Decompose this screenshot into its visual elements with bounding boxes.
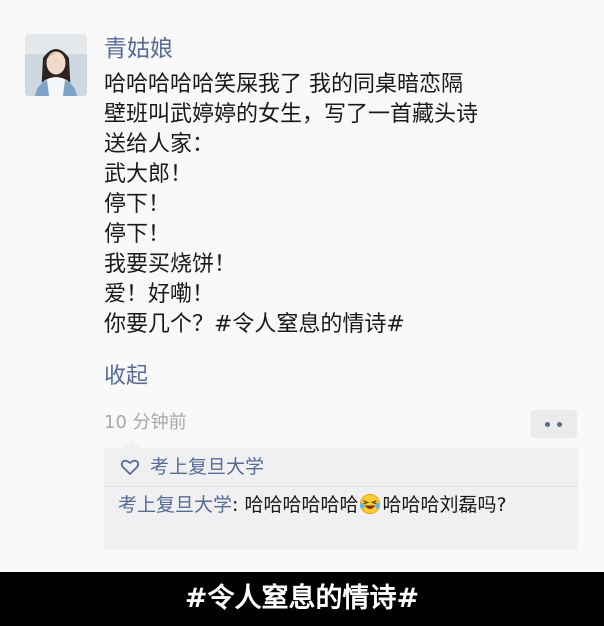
- post-text-line: 送给人家：: [104, 132, 215, 157]
- avatar-photo: [25, 34, 87, 96]
- ellipsis-icon: [557, 422, 562, 427]
- avatar[interactable]: [25, 34, 87, 96]
- post-text-line: 我要买烧饼！: [104, 252, 237, 277]
- collapse-link[interactable]: 收起: [104, 362, 148, 392]
- post-text-line: 爱！好嘞！: [104, 282, 215, 307]
- post-text-line: 壁班叫武婷婷的女生，写了一首藏头诗: [104, 102, 479, 127]
- heart-icon: [120, 459, 140, 475]
- laughing-tears-emoji-icon: [360, 494, 381, 514]
- comment-text: 哈哈哈哈哈哈: [244, 494, 359, 516]
- caption-bar: #令人窒息的情诗#: [0, 572, 604, 626]
- caption-text: #令人窒息的情诗#: [184, 583, 420, 614]
- comment-item[interactable]: 考上复旦大学: 哈哈哈哈哈哈 哈哈哈刘磊吗?: [118, 492, 568, 519]
- post-text-line: 停下！: [104, 192, 171, 217]
- post-timestamp: 10 分钟前: [104, 412, 187, 433]
- comment-panel: 考上复旦大学 考上复旦大学: 哈哈哈哈哈哈 哈哈哈刘磊吗?: [104, 439, 578, 550]
- likes-row: 考上复旦大学: [104, 448, 578, 487]
- comment-author[interactable]: 考上复旦大学: [118, 494, 232, 516]
- post-author-name[interactable]: 青姑娘: [104, 34, 173, 64]
- moments-post: 青姑娘 哈哈哈哈哈笑屎我了 我的同桌暗恋隔 壁班叫武婷婷的女生，写了一首藏头诗 …: [0, 0, 604, 572]
- ellipsis-icon: [545, 422, 550, 427]
- comment-text: 哈哈哈刘磊吗?: [382, 494, 507, 516]
- comment-separator: :: [232, 494, 245, 516]
- post-text: 哈哈哈哈哈笑屎我了 我的同桌暗恋隔 壁班叫武婷婷的女生，写了一首藏头诗 送给人家…: [104, 70, 574, 340]
- post-text-line: 你要几个？#令人窒息的情诗#: [104, 312, 405, 337]
- post-text-line: 武大郎！: [104, 162, 193, 187]
- post-text-line: 停下！: [104, 222, 171, 247]
- like-user-name[interactable]: 考上复旦大学: [150, 454, 264, 480]
- post-text-line: 哈哈哈哈哈笑屎我了 我的同桌暗恋隔: [104, 72, 463, 97]
- more-actions-button[interactable]: [531, 410, 577, 438]
